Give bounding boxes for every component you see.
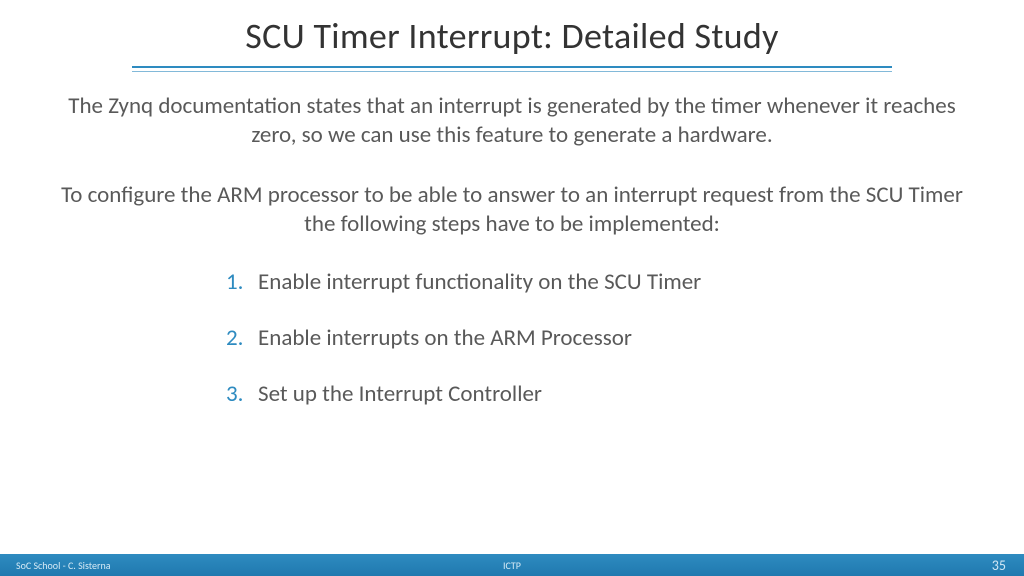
steps-list: 1. Enable interrupt functionality on the…: [56, 268, 968, 408]
step-text: Set up the Interrupt Controller: [258, 380, 542, 408]
slide-title: SCU Timer Interrupt: Detailed Study: [0, 14, 1024, 58]
paragraph-intro: The Zynq documentation states that an in…: [56, 92, 968, 151]
title-underline: [132, 66, 892, 68]
paragraph-steps-intro: To configure the ARM processor to be abl…: [56, 181, 968, 240]
step-number: 2.: [226, 324, 258, 352]
list-item: 2. Enable interrupts on the ARM Processo…: [226, 324, 968, 352]
page-number: 35: [992, 557, 1006, 574]
footer-bar: SoC School - C. Sisterna ICTP 35: [0, 554, 1024, 576]
step-text: Enable interrupts on the ARM Processor: [258, 324, 632, 352]
list-item: 3. Set up the Interrupt Controller: [226, 380, 968, 408]
step-number: 1.: [226, 268, 258, 296]
slide: SCU Timer Interrupt: Detailed Study The …: [0, 0, 1024, 576]
step-text: Enable interrupt functionality on the SC…: [258, 268, 701, 296]
footer-author: SoC School - C. Sisterna: [0, 559, 111, 572]
footer-org: ICTP: [503, 559, 521, 572]
step-number: 3.: [226, 380, 258, 408]
list-item: 1. Enable interrupt functionality on the…: [226, 268, 968, 296]
slide-content: The Zynq documentation states that an in…: [0, 92, 1024, 554]
